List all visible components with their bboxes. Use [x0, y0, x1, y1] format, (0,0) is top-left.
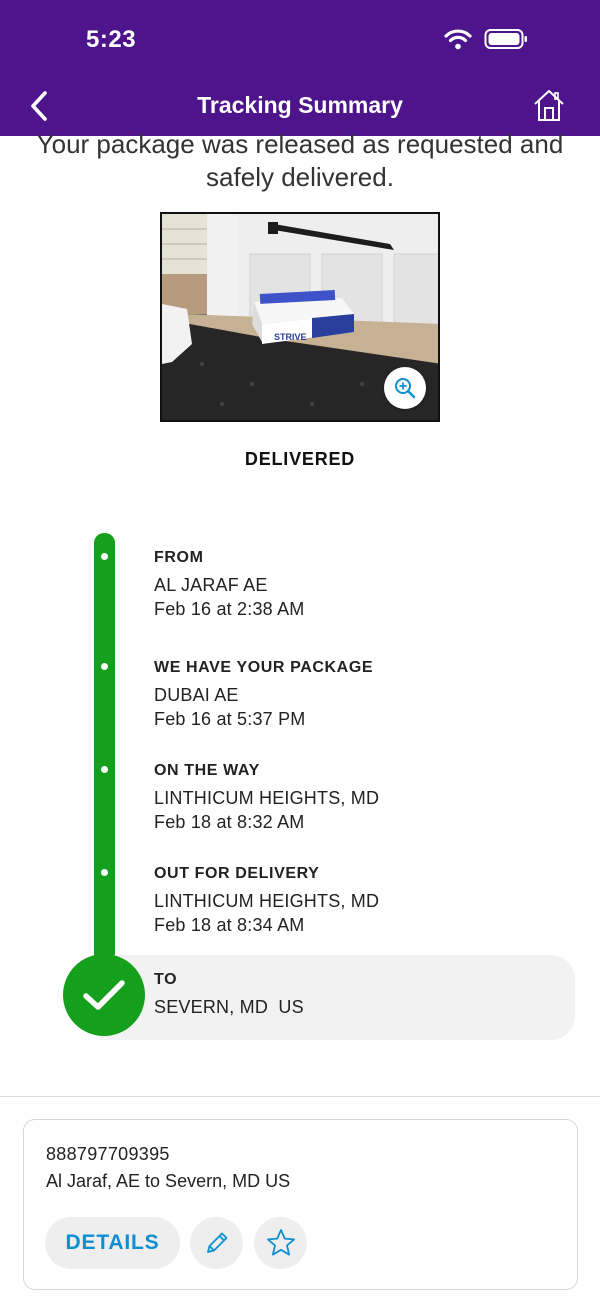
timeline-event-out-for-delivery: OUT FOR DELIVERY LINTHICUM HEIGHTS, MD F…	[154, 865, 379, 936]
event-title: ON THE WAY	[154, 762, 260, 779]
destination-title: TO	[154, 971, 178, 988]
home-icon	[534, 90, 564, 121]
status-bar-time: 5:23	[86, 26, 137, 53]
star-icon	[266, 1229, 295, 1256]
wifi-icon	[444, 29, 472, 50]
event-time: Feb 16 at 5:37 PM	[154, 709, 306, 729]
zoom-photo-button[interactable]	[384, 367, 426, 409]
delivered-check-badge	[63, 954, 145, 1036]
event-location: AL JARAF AE	[154, 575, 268, 595]
zoom-in-icon	[395, 378, 416, 399]
status-bar-icons	[444, 28, 528, 50]
timeline-event-picked-up: WE HAVE YOUR PACKAGE DUBAI AE Feb 16 at …	[154, 659, 373, 730]
timeline-dot	[101, 553, 108, 560]
home-button[interactable]	[532, 87, 566, 123]
timeline-event-on-the-way: ON THE WAY LINTHICUM HEIGHTS, MD Feb 18 …	[154, 762, 379, 833]
event-title: OUT FOR DELIVERY	[154, 865, 320, 882]
event-location: LINTHICUM HEIGHTS, MD	[154, 788, 380, 808]
timeline-event-from: FROM AL JARAF AE Feb 16 at 2:38 AM	[154, 549, 305, 620]
app-header: 5:23 Tracking Summary	[0, 0, 600, 136]
event-time: Feb 18 at 8:34 AM	[154, 915, 305, 935]
box-label: STRIVE	[274, 332, 307, 342]
page-title: Tracking Summary	[197, 92, 403, 118]
event-time: Feb 18 at 8:32 AM	[154, 812, 305, 832]
delivery-status: DELIVERED	[244, 449, 356, 469]
checkmark-icon	[83, 980, 125, 1010]
event-title: FROM	[154, 549, 204, 566]
event-location: DUBAI AE	[154, 685, 239, 705]
edit-button[interactable]	[190, 1217, 243, 1269]
details-button[interactable]: DETAILS	[45, 1217, 180, 1269]
favorite-button[interactable]	[254, 1217, 307, 1269]
section-divider	[0, 1096, 600, 1097]
delivery-message: Your package was released as requested a…	[36, 129, 564, 192]
event-location: LINTHICUM HEIGHTS, MD	[154, 891, 380, 911]
battery-icon	[484, 29, 527, 49]
event-title: WE HAVE YOUR PACKAGE	[154, 659, 374, 676]
destination-location: SEVERN, MD US	[154, 997, 304, 1017]
shipment-card: 888797709395 Al Jaraf, AE to Severn, MD …	[23, 1119, 578, 1290]
event-time: Feb 16 at 2:38 AM	[154, 599, 305, 619]
timeline-dot	[101, 869, 108, 876]
shipment-route: Al Jaraf, AE to Severn, MD US	[46, 1171, 291, 1191]
pencil-icon	[206, 1232, 227, 1253]
timeline-dot	[101, 663, 108, 670]
tracking-number: 888797709395	[46, 1144, 170, 1164]
timeline-dot	[101, 766, 108, 773]
